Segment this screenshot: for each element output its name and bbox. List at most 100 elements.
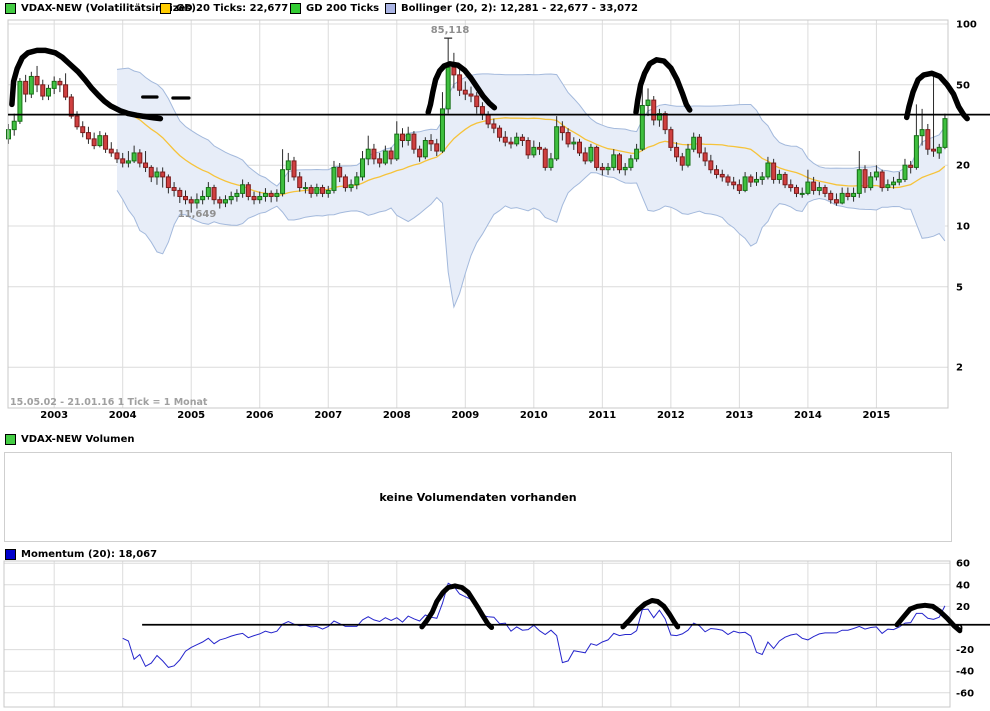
candle [366, 149, 370, 159]
chart-canvas[interactable]: 1005020105220032004200520062007200820092… [0, 0, 990, 711]
candle [292, 161, 296, 177]
candle [549, 159, 553, 168]
candle [737, 185, 741, 191]
candle [743, 177, 747, 191]
candle [914, 136, 918, 168]
candle [206, 188, 210, 197]
candle [834, 200, 838, 203]
candle [172, 188, 176, 191]
candle [766, 163, 770, 177]
candle [155, 172, 159, 177]
candle [932, 149, 936, 151]
candle [132, 153, 136, 161]
candle [806, 182, 810, 193]
candle [252, 196, 256, 199]
candle [115, 153, 119, 159]
candle [617, 155, 621, 170]
candle [303, 188, 307, 189]
candle [315, 188, 319, 194]
candle [355, 177, 359, 185]
price-high-label: 85,118 [431, 25, 470, 36]
candle [343, 177, 347, 188]
candle [937, 147, 941, 153]
candle [566, 133, 570, 144]
candle [492, 124, 496, 128]
candle [703, 153, 707, 161]
candle [612, 155, 616, 168]
candle [41, 85, 45, 96]
momentum-axis-tick-label: -20 [956, 645, 974, 656]
candle [732, 182, 736, 185]
candle [874, 172, 878, 177]
candle [258, 196, 262, 199]
candle [726, 177, 730, 182]
candle [321, 188, 325, 194]
price-axis-tick-label: 100 [956, 20, 977, 31]
candle [886, 185, 890, 188]
candle [423, 141, 427, 157]
momentum-axis-tick-label: -40 [956, 667, 974, 678]
candle [646, 100, 650, 105]
candle [92, 139, 96, 146]
candle [629, 159, 633, 168]
candle [543, 149, 547, 167]
candle [475, 96, 479, 107]
candle [235, 193, 239, 196]
candle [104, 136, 108, 150]
price-axis-year-label: 2006 [246, 410, 274, 421]
price-axis-tick-label: 50 [956, 80, 970, 91]
candle [184, 196, 188, 199]
candle [772, 163, 776, 179]
candle [909, 165, 913, 167]
momentum-peak-arc-annotation[interactable] [623, 601, 678, 627]
candle [926, 130, 930, 150]
price-axis-year-label: 2015 [862, 410, 890, 421]
candle [69, 97, 73, 116]
candle [480, 107, 484, 115]
candle [229, 196, 233, 199]
candle [412, 134, 416, 149]
candle [606, 167, 610, 169]
candle [903, 165, 907, 179]
candle [669, 130, 673, 148]
candle [623, 167, 627, 169]
candle [789, 185, 793, 188]
candle [840, 193, 844, 203]
candle [800, 193, 804, 194]
candle [720, 174, 724, 176]
candle [149, 167, 153, 176]
momentum-axis-tick-label: -60 [956, 688, 974, 699]
candle [635, 149, 639, 159]
price-axis-year-label: 2011 [588, 410, 616, 421]
candle [686, 149, 690, 165]
candle [857, 170, 861, 194]
candle [515, 137, 519, 144]
candle [64, 85, 68, 97]
candle [418, 149, 422, 157]
candle [241, 185, 245, 194]
candle [286, 161, 290, 170]
candle [372, 149, 376, 159]
candle [446, 67, 450, 109]
candle [583, 153, 587, 161]
candle [458, 75, 462, 90]
candle [161, 172, 165, 177]
candle [749, 177, 753, 182]
candle [332, 167, 336, 190]
price-panel: 1005020105220032004200520062007200820092… [7, 20, 977, 422]
candle [81, 127, 85, 133]
candle [463, 90, 467, 94]
candle [52, 81, 56, 88]
candle [189, 200, 193, 203]
candle [406, 134, 410, 140]
candle [715, 170, 719, 175]
candle [349, 185, 353, 188]
candle [663, 114, 667, 130]
price-axis-year-label: 2004 [109, 410, 137, 421]
candle [538, 147, 542, 149]
momentum-axis-tick-label: 40 [956, 580, 970, 591]
candle [263, 193, 267, 196]
candle [298, 177, 302, 188]
candle [680, 157, 684, 165]
price-axis-tick-label: 10 [956, 222, 970, 233]
